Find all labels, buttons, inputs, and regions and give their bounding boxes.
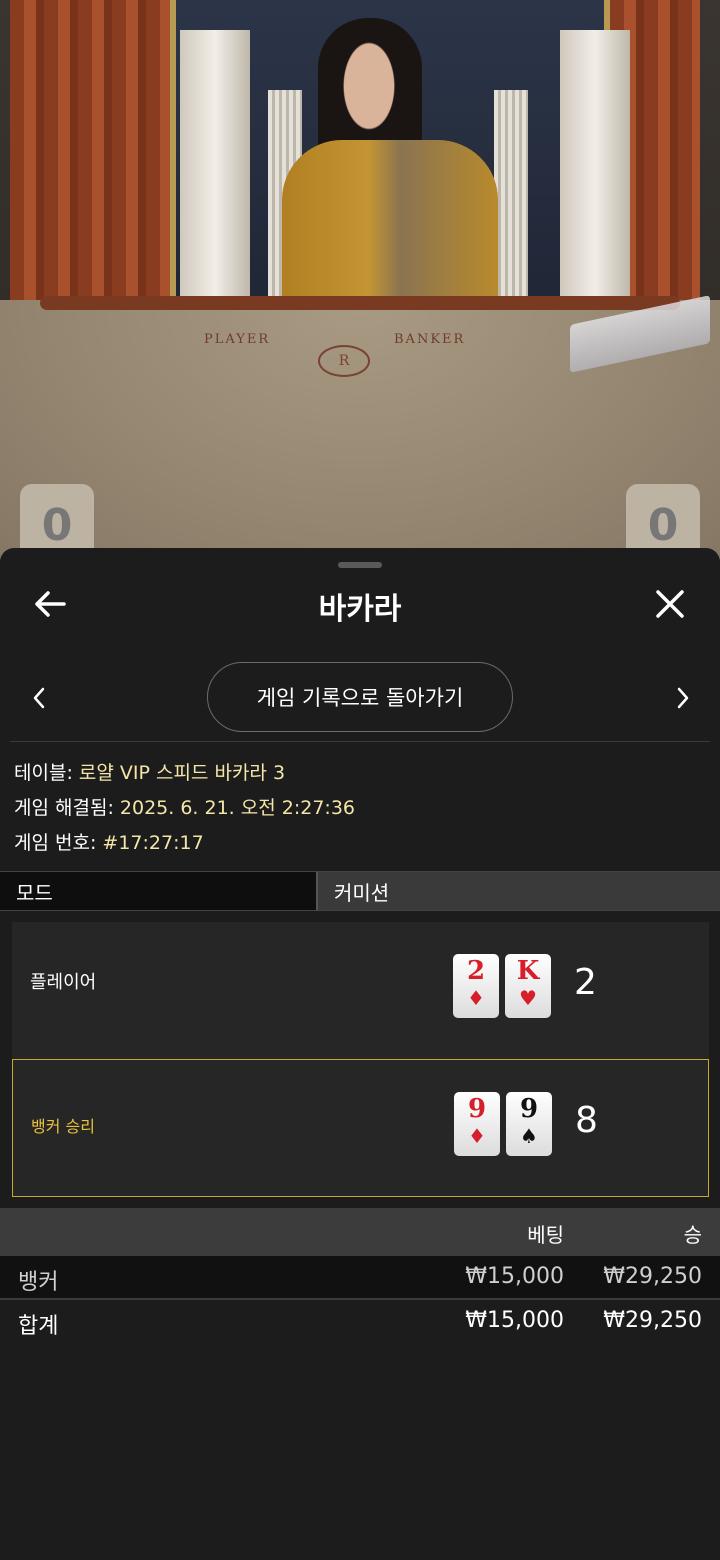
card-suit: ♦: [467, 986, 485, 1010]
pillar-left: [180, 30, 250, 310]
close-icon: [656, 590, 684, 618]
total-row-bet: ₩15,000: [465, 1308, 564, 1333]
table-rim: [40, 296, 680, 310]
table-banker-text: BANKER: [394, 332, 466, 347]
player-hand: 플레이어 2 ♦ K ♥ 2: [12, 922, 709, 1060]
chevron-right-icon: [677, 687, 689, 709]
banker-hand-label: 뱅커 승리: [31, 1117, 95, 1136]
card-rank: 9: [519, 1094, 539, 1124]
game-detail-sheet: 바카라 게임 기록으로 돌아가기 테이블: 로얄 VIP 스피드 바카라 3 게…: [0, 548, 720, 1560]
table-logo: R: [318, 345, 370, 377]
dealer-body: [282, 140, 498, 310]
info-table: 테이블: 로얄 VIP 스피드 바카라 3: [14, 758, 285, 785]
bet-row-bet: ₩15,000: [465, 1264, 564, 1289]
card-suit: ♦: [468, 1124, 486, 1148]
player-hand-label: 플레이어: [30, 972, 97, 993]
table-player-text: PLAYER: [204, 332, 271, 347]
info-table-value: 로얄 VIP 스피드 바카라 3: [78, 762, 286, 784]
column-right: [494, 90, 528, 300]
player-card-1: 2 ♦: [453, 954, 499, 1018]
tab-mode[interactable]: 모드: [0, 872, 318, 910]
prev-game-button[interactable]: [24, 680, 54, 716]
curtain-left: [10, 0, 170, 300]
banker-card-1: 9 ♦: [454, 1092, 500, 1156]
next-game-button[interactable]: [668, 680, 698, 716]
card-suit: ♠: [520, 1124, 538, 1148]
header-divider: [10, 741, 710, 742]
chevron-left-icon: [33, 687, 45, 709]
total-row-win: ₩29,250: [603, 1308, 702, 1333]
tab-commission[interactable]: 커미션: [318, 872, 720, 910]
pillar-right: [560, 30, 630, 310]
bet-row-name: 뱅커: [18, 1270, 59, 1295]
info-resolved-label: 게임 해결됨:: [14, 797, 114, 819]
info-game-number-value: #17:27:17: [102, 832, 204, 854]
banker-hand: 뱅커 승리 9 ♦ 9 ♠ 8: [12, 1059, 709, 1197]
card-rank: K: [516, 956, 540, 986]
banker-card-2: 9 ♠: [506, 1092, 552, 1156]
card-suit: ♥: [519, 986, 537, 1010]
info-game-number-label: 게임 번호:: [14, 832, 97, 854]
info-game-number: 게임 번호: #17:27:17: [14, 828, 204, 855]
player-card-2: K ♥: [505, 954, 551, 1018]
sheet-title: 바카라: [318, 592, 402, 627]
total-row-name: 합계: [18, 1314, 59, 1339]
back-to-history-button[interactable]: 게임 기록으로 돌아가기: [207, 662, 513, 732]
info-resolved-value: 2025. 6. 21. 오전 2:27:36: [119, 797, 355, 819]
info-table-label: 테이블:: [14, 762, 73, 784]
total-row: 합계 ₩15,000 ₩29,250: [0, 1300, 720, 1342]
sheet-drag-handle[interactable]: [338, 562, 382, 568]
close-button[interactable]: [648, 582, 692, 626]
player-hand-total: 2: [574, 962, 597, 1003]
card-rank: 9: [467, 1094, 487, 1124]
win-column-header: 승: [683, 1223, 702, 1247]
bet-column-header: 베팅: [527, 1223, 564, 1247]
card-rank: 2: [466, 956, 486, 986]
mode-tabs: 모드 커미션: [0, 871, 720, 911]
bet-row: 뱅커 ₩15,000 ₩29,250: [0, 1256, 720, 1298]
summary-header: 베팅 승: [0, 1208, 720, 1256]
bet-row-win: ₩29,250: [603, 1264, 702, 1289]
dealer-head: [330, 20, 408, 130]
live-video: PLAYER BANKER R 0 0: [0, 0, 720, 560]
info-resolved: 게임 해결됨: 2025. 6. 21. 오전 2:27:36: [14, 793, 355, 820]
banker-hand-total: 8: [575, 1100, 598, 1141]
